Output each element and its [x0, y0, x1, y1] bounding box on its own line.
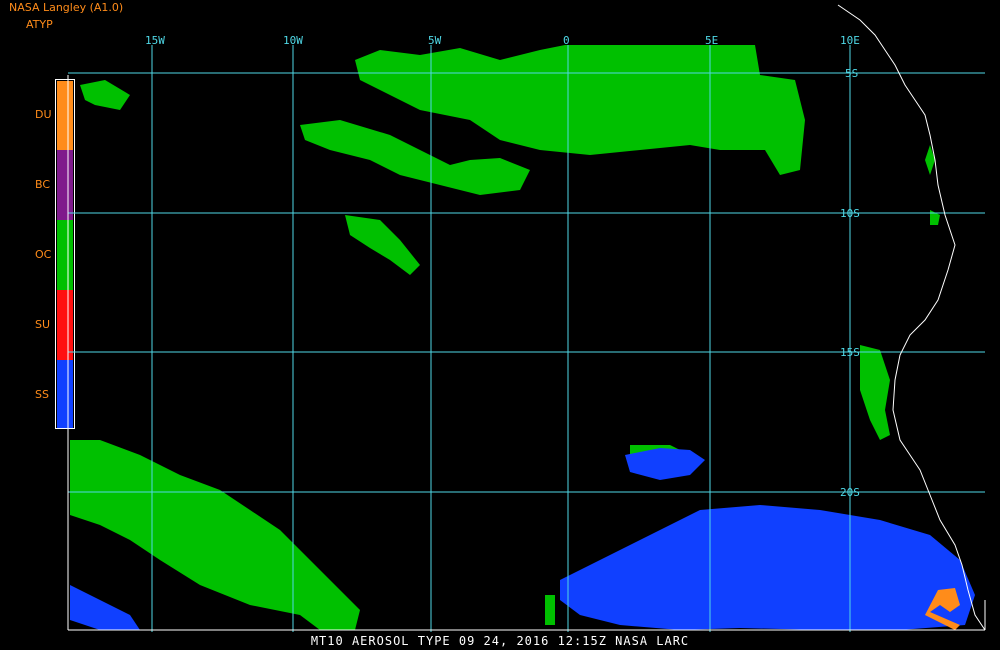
lon-label-0: 0 — [563, 34, 570, 47]
footer-caption: MT10 AEROSOL TYPE 09 24, 2016 12:15Z NAS… — [310, 634, 690, 648]
lon-label-5e: 5E — [705, 34, 718, 47]
lon-label-10e: 10E — [840, 34, 860, 47]
lat-label-20s: 20S — [840, 486, 860, 499]
aerosol-map: 15W 10W 5W 0 5E 10E 5S 10S 15S 20S — [67, 4, 986, 632]
lon-label-15w: 15W — [145, 34, 165, 47]
lon-label-10w: 10W — [283, 34, 303, 47]
lat-label-5s: 5S — [845, 67, 858, 80]
lat-label-10s: 10S — [840, 207, 860, 220]
lat-label-15s: 15S — [840, 346, 860, 359]
lon-label-5w: 5W — [428, 34, 442, 47]
